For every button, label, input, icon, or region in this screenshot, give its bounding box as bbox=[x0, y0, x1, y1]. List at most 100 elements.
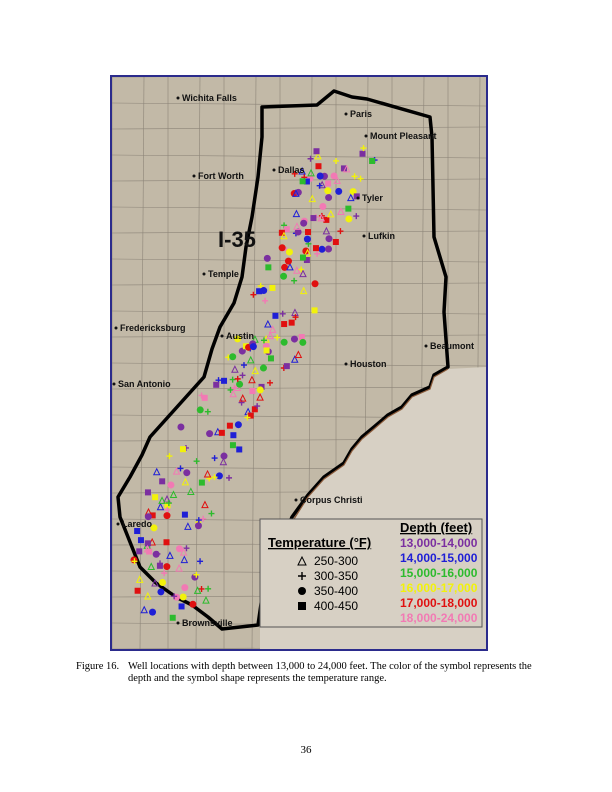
well-marker bbox=[265, 264, 272, 271]
city-label-beaumont: Beaumont bbox=[430, 341, 474, 351]
well-marker bbox=[157, 588, 165, 596]
city-label-dallas: Dallas bbox=[278, 165, 305, 175]
well-marker bbox=[291, 277, 298, 284]
well-marker bbox=[293, 222, 301, 230]
city-label-laredo: Laredo bbox=[122, 519, 153, 529]
well-marker bbox=[152, 494, 159, 501]
city-label-austin: Austin bbox=[226, 331, 254, 341]
well-marker bbox=[280, 338, 288, 346]
city-dot-lufkin bbox=[362, 234, 366, 238]
legend-temperature-label: 400-450 bbox=[314, 599, 358, 613]
well-marker bbox=[159, 579, 167, 587]
well-marker bbox=[274, 334, 281, 341]
well-marker bbox=[230, 432, 237, 439]
well-marker bbox=[229, 442, 236, 449]
well-marker bbox=[279, 310, 286, 317]
well-marker bbox=[179, 593, 187, 601]
well-marker bbox=[163, 563, 171, 571]
well-marker bbox=[345, 215, 353, 223]
city-dot-wichita-falls bbox=[176, 96, 180, 100]
city-dot-corpus-christi bbox=[294, 498, 298, 502]
city-dot-laredo bbox=[116, 522, 120, 526]
well-marker bbox=[311, 280, 319, 288]
legend-symbol-square bbox=[298, 602, 306, 610]
well-marker bbox=[332, 238, 339, 245]
well-marker bbox=[303, 235, 311, 243]
well-marker bbox=[324, 187, 332, 195]
legend-depth-label: 14,000-15,000 bbox=[400, 551, 478, 565]
well-marker bbox=[140, 605, 149, 614]
city-label-corpus-christi: Corpus Christi bbox=[300, 495, 363, 505]
city-label-fredericksburg: Fredericksburg bbox=[120, 323, 186, 333]
highway-label: I-35 bbox=[218, 227, 256, 252]
well-marker bbox=[283, 363, 290, 370]
well-marker bbox=[281, 321, 288, 328]
well-marker bbox=[345, 205, 352, 212]
well-marker bbox=[179, 446, 186, 453]
well-marker bbox=[359, 150, 366, 157]
city-label-paris: Paris bbox=[350, 109, 372, 119]
well-marker bbox=[313, 148, 320, 155]
well-marker bbox=[335, 187, 343, 195]
page-number: 36 bbox=[300, 744, 312, 756]
well-marker bbox=[220, 452, 228, 460]
city-label-fort-worth: Fort Worth bbox=[198, 171, 244, 181]
well-marker bbox=[256, 386, 264, 394]
well-marker bbox=[353, 213, 360, 220]
well-marker bbox=[251, 366, 260, 375]
well-marker bbox=[360, 145, 367, 152]
well-marker bbox=[229, 376, 236, 383]
city-dot-dallas bbox=[272, 168, 276, 172]
legend-depth-title: Depth (feet) bbox=[400, 520, 472, 535]
well-marker bbox=[163, 512, 171, 520]
well-marker bbox=[189, 600, 197, 608]
well-marker bbox=[158, 496, 166, 504]
well-marker bbox=[135, 575, 144, 583]
well-marker bbox=[196, 406, 204, 414]
well-marker bbox=[369, 157, 376, 164]
well-marker bbox=[316, 172, 324, 180]
well-marker bbox=[144, 540, 151, 547]
well-marker bbox=[205, 585, 212, 592]
well-marker bbox=[278, 244, 286, 252]
well-marker bbox=[246, 355, 255, 364]
well-marker bbox=[169, 614, 176, 621]
city-label-houston: Houston bbox=[350, 359, 387, 369]
well-marker bbox=[310, 215, 317, 222]
well-marker bbox=[219, 457, 228, 466]
well-marker bbox=[181, 477, 190, 486]
well-marker bbox=[177, 465, 184, 472]
well-marker bbox=[337, 228, 344, 235]
well-marker bbox=[294, 350, 303, 358]
well-marker bbox=[263, 347, 270, 354]
well-marker bbox=[285, 248, 293, 256]
well-marker bbox=[206, 475, 213, 482]
city-dot-fredericksburg bbox=[114, 326, 118, 330]
well-marker bbox=[167, 481, 175, 489]
well-marker bbox=[181, 584, 189, 592]
well-marker bbox=[152, 550, 160, 558]
well-marker bbox=[280, 272, 288, 280]
well-marker bbox=[267, 379, 274, 386]
well-marker bbox=[311, 307, 318, 314]
well-marker bbox=[240, 362, 247, 369]
well-marker bbox=[200, 515, 207, 522]
legend-depth-items: 13,000-14,00014,000-15,00015,000-16,0001… bbox=[400, 536, 478, 625]
well-marker bbox=[187, 487, 195, 495]
well-marker bbox=[184, 522, 192, 530]
city-dot-houston bbox=[344, 362, 348, 366]
well-marker bbox=[249, 388, 256, 395]
well-marker bbox=[201, 500, 209, 509]
well-marker bbox=[206, 430, 214, 438]
legend-temperature-title: Temperature (°F) bbox=[268, 535, 371, 550]
well-marker bbox=[351, 173, 358, 180]
well-marker bbox=[300, 219, 308, 227]
legend-temperature-label: 250-300 bbox=[314, 554, 358, 568]
well-marker bbox=[318, 245, 326, 253]
city-dot-temple bbox=[202, 272, 206, 276]
well-marker bbox=[346, 193, 355, 202]
well-marker bbox=[236, 446, 243, 453]
well-marker bbox=[256, 288, 263, 295]
well-marker bbox=[211, 455, 218, 462]
well-marker bbox=[177, 423, 185, 431]
